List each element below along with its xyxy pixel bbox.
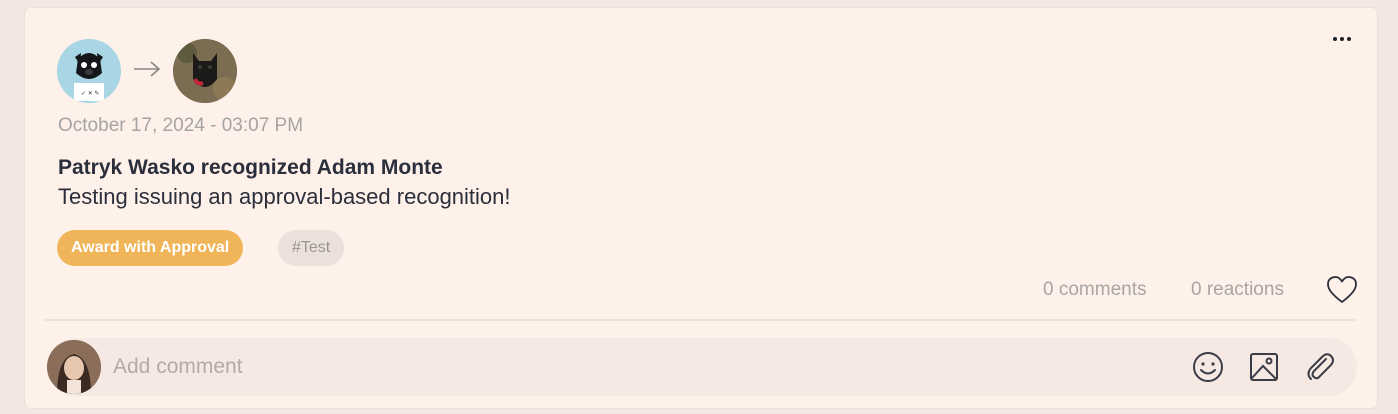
hashtag-badge[interactable]: #Test — [278, 230, 345, 266]
recognition-post-card: ✓ ✕ ✎ October 17, 2024 - 03:07 PM Patryk… — [24, 7, 1378, 409]
post-message: Testing issuing an approval-based recogn… — [58, 184, 511, 209]
more-options-icon[interactable] — [1333, 34, 1355, 44]
post-date: October 17, 2024 - 03:07 PM — [58, 115, 304, 136]
attachment-icon[interactable] — [1302, 349, 1338, 385]
comment-input[interactable] — [111, 350, 1175, 384]
giver-avatar[interactable]: ✓ ✕ ✎ — [57, 39, 121, 103]
svg-text:✓ ✕ ✎: ✓ ✕ ✎ — [81, 90, 99, 97]
current-user-avatar — [47, 340, 101, 394]
emoji-icon[interactable] — [1190, 349, 1226, 385]
award-badge[interactable]: Award with Approval — [57, 230, 244, 266]
reactions-count[interactable]: 0 reactions — [1191, 279, 1284, 301]
heart-icon[interactable] — [1325, 274, 1359, 306]
divider — [45, 319, 1355, 321]
comment-bar — [47, 338, 1357, 396]
comments-count[interactable]: 0 comments — [1043, 279, 1146, 301]
image-icon[interactable] — [1246, 349, 1282, 385]
post-headline: Patryk Wasko recognized Adam Monte — [58, 156, 443, 179]
arrow-right-icon — [134, 61, 161, 77]
recipient-avatar[interactable] — [173, 39, 237, 103]
